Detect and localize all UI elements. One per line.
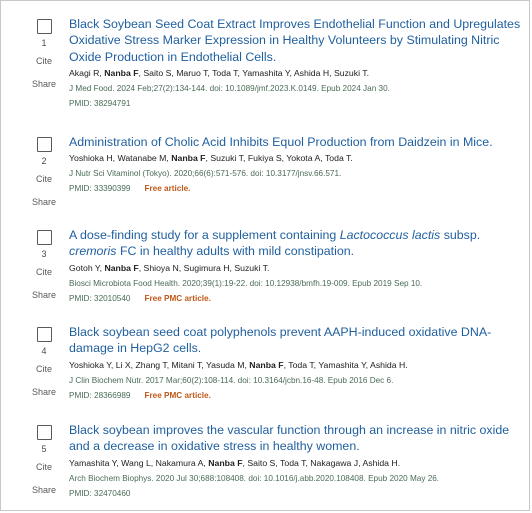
share-button[interactable]: Share (27, 197, 61, 207)
highlighted-author: Nanba F (249, 359, 284, 370)
authors-text: Akagi R, (69, 68, 105, 79)
cite-button[interactable]: Cite (27, 174, 61, 184)
select-checkbox[interactable] (36, 425, 52, 440)
authors-text: , Shioya N, Sugimura H, Suzuki T. (138, 262, 270, 273)
pmid: PMID: 28366989 (69, 390, 131, 400)
result-body: Black soybean seed coat polyphenols prev… (69, 324, 521, 402)
result-citation: J Nutr Sci Vitaminol (Tokyo). 2020;66(6)… (69, 169, 342, 179)
authors-text: Yoshioka Y, Li X, Zhang T, Mitani T, Yas… (69, 359, 250, 370)
result-actions: 3 Cite Share (27, 227, 61, 300)
pmid-line: PMID: 38294791 (69, 98, 521, 110)
cite-button[interactable]: Cite (27, 267, 61, 277)
authors-text: , Saito S, Toda T, Nakagawa J, Ashida H. (242, 457, 401, 468)
title-text: subsp. (440, 228, 481, 242)
result-body: Black soybean improves the vascular func… (69, 422, 521, 500)
share-button[interactable]: Share (27, 387, 61, 397)
highlighted-author: Nanba F (171, 153, 206, 164)
free-pmc-article-link[interactable]: Free PMC article. (144, 294, 210, 303)
pmid: PMID: 32010540 (69, 293, 131, 303)
result-body: A dose-finding study for a supplement co… (69, 227, 521, 305)
cite-button[interactable]: Cite (27, 56, 61, 66)
result-title-link[interactable]: Black Soybean Seed Coat Extract Improves… (69, 16, 521, 65)
share-button[interactable]: Share (27, 290, 61, 300)
title-text: A dose-finding study for a supplement co… (69, 228, 340, 242)
result-authors: Gotoh Y, Nanba F, Shioya N, Sugimura H, … (69, 262, 521, 274)
highlighted-author: Nanba F (104, 262, 139, 273)
cite-button[interactable]: Cite (27, 364, 61, 374)
result-authors: Yamashita Y, Wang L, Nakamura A, Nanba F… (69, 457, 521, 469)
result-actions: 5 Cite Share (27, 422, 61, 495)
authors-text: Gotoh Y, (69, 262, 105, 273)
pmid: PMID: 38294791 (69, 99, 131, 109)
pmid-line: PMID: 33390399 Free article. (69, 183, 521, 195)
cite-button[interactable]: Cite (27, 462, 61, 472)
authors-text: , Suzuki T, Fukiya S, Yokota A, Toda T. (205, 153, 353, 164)
share-button[interactable]: Share (27, 79, 61, 89)
pmid-line: PMID: 28366989 Free PMC article. (69, 390, 521, 402)
result-citation: J Med Food. 2024 Feb;27(2):134-144. doi:… (69, 84, 390, 94)
result-authors: Yoshioka H, Watanabe M, Nanba F, Suzuki … (69, 152, 521, 164)
result-title-link[interactable]: Administration of Cholic Acid Inhibits E… (69, 134, 521, 150)
result-authors: Akagi R, Nanba F, Saito S, Maruo T, Toda… (69, 67, 521, 79)
result-citation: Arch Biochem Biophys. 2020 Jul 30;688:10… (69, 473, 440, 483)
result-title-link[interactable]: Black soybean seed coat polyphenols prev… (69, 324, 521, 357)
result-citation: Biosci Microbiota Food Health. 2020;39(1… (69, 278, 423, 288)
title-italic-text: cremoris (69, 244, 117, 259)
select-checkbox[interactable] (36, 230, 52, 245)
result-body: Black Soybean Seed Coat Extract Improves… (69, 16, 521, 110)
result-number: 1 (41, 38, 47, 48)
result-number: 4 (41, 346, 47, 356)
authors-text: , Toda T, Yamashita Y, Ashida H. (283, 359, 408, 370)
free-pmc-article-link[interactable]: Free PMC article. (144, 391, 210, 400)
highlighted-author: Nanba F (208, 457, 243, 468)
authors-text: Yamashita Y, Wang L, Nakamura A, (69, 457, 209, 468)
title-text: FC in healthy adults with mild constipat… (116, 244, 355, 259)
select-checkbox[interactable] (36, 327, 52, 342)
result-authors: Yoshioka Y, Li X, Zhang T, Mitani T, Yas… (69, 359, 521, 371)
result-title-link[interactable]: A dose-finding study for a supplement co… (69, 227, 521, 260)
title-italic-text: Lactococcus lactis (339, 228, 441, 242)
search-results-panel: 1 Cite Share Black Soybean Seed Coat Ext… (0, 0, 530, 511)
highlighted-author: Nanba F (104, 68, 139, 79)
result-body: Administration of Cholic Acid Inhibits E… (69, 134, 521, 195)
result-citation: J Clin Biochem Nutr. 2017 Mar;60(2):108-… (69, 375, 394, 385)
pmid-line: PMID: 32010540 Free PMC article. (69, 293, 521, 305)
free-article-link[interactable]: Free article. (144, 184, 190, 193)
select-checkbox[interactable] (36, 137, 52, 152)
result-number: 2 (41, 156, 47, 166)
result-title-link[interactable]: Black soybean improves the vascular func… (69, 422, 521, 455)
pmid-line: PMID: 32470460 (69, 488, 521, 500)
result-number: 5 (41, 444, 47, 454)
result-number: 3 (41, 249, 47, 259)
authors-text: , Saito S, Maruo T, Toda T, Yamashita Y,… (138, 68, 370, 79)
pmid: PMID: 33390399 (69, 184, 131, 194)
authors-text: Yoshioka H, Watanabe M, (69, 153, 172, 164)
result-actions: 2 Cite Share (27, 134, 61, 207)
result-actions: 4 Cite Share (27, 324, 61, 397)
share-button[interactable]: Share (27, 485, 61, 495)
pmid: PMID: 32470460 (69, 488, 131, 498)
select-checkbox[interactable] (36, 19, 52, 34)
result-actions: 1 Cite Share (27, 16, 61, 89)
